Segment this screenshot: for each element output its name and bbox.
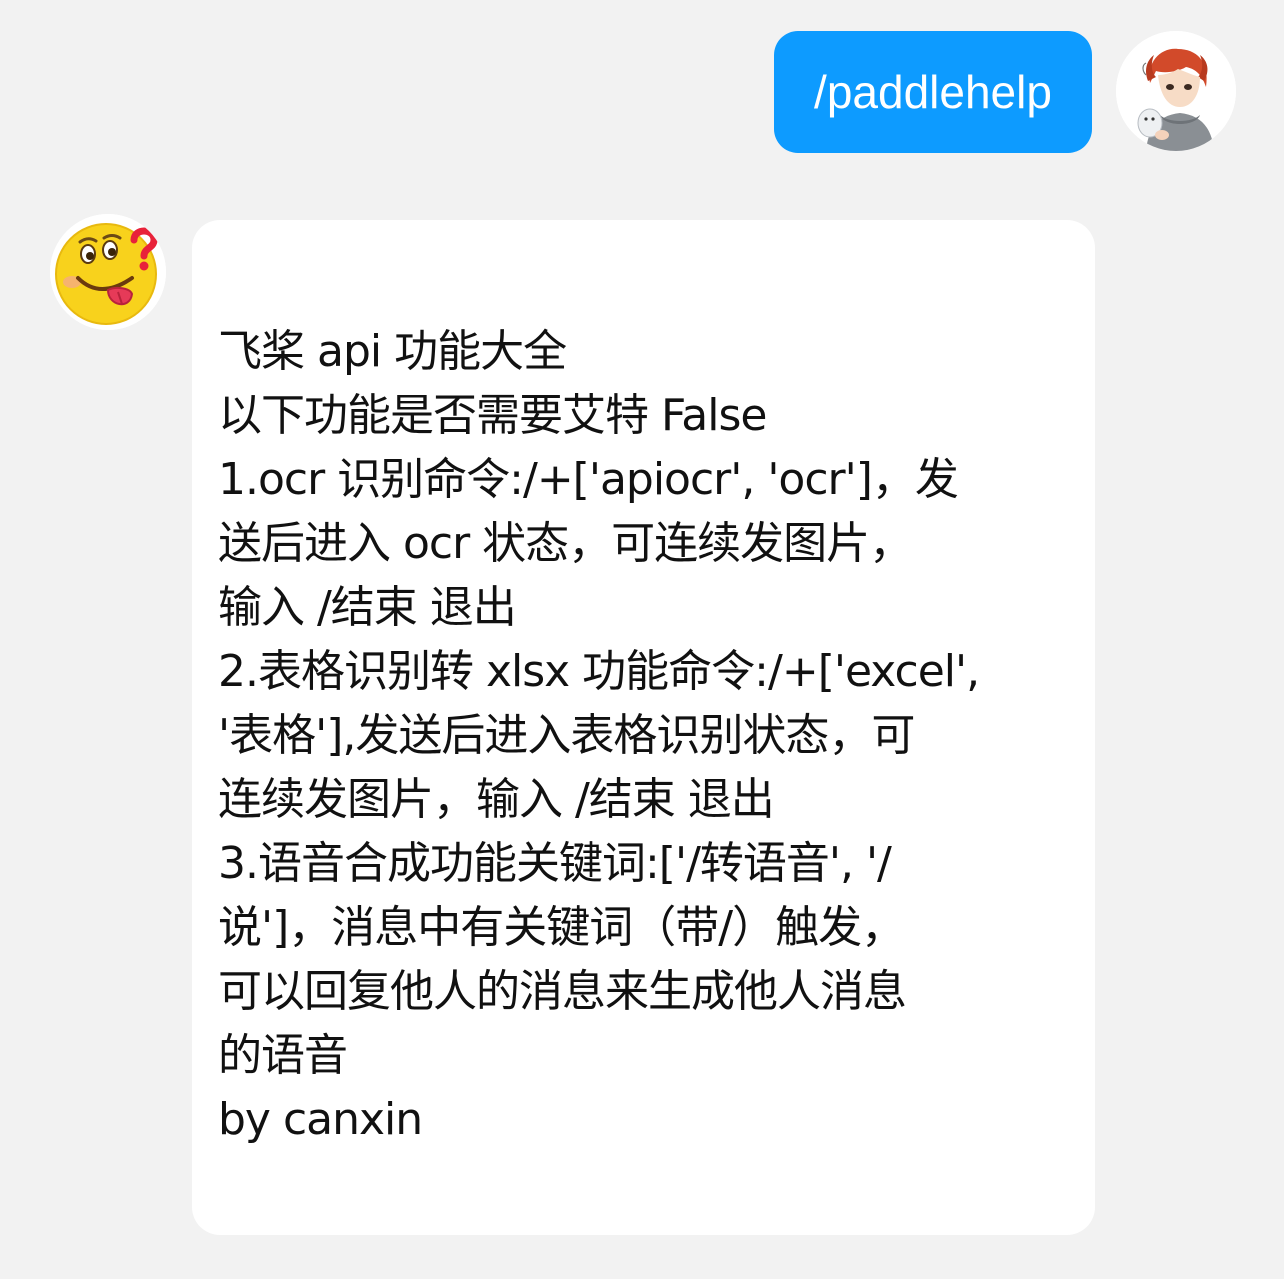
message-line: 可以回复他人的消息来生成他人消息 [218, 966, 907, 1017]
tongue-out-emoji-icon [50, 214, 166, 330]
anime-character-avatar-icon[interactable] [1116, 31, 1236, 151]
outgoing-message-text: /paddlehelp [814, 66, 1052, 118]
message-line: by canxin [218, 1094, 423, 1145]
chat-view: /paddlehelp 飞桨 api 功能大全 以下功能是否需要艾特 False… [0, 0, 1284, 1279]
message-line: 1.ocr 识别命令:/+['apiocr', 'ocr']，发 [218, 454, 959, 505]
message-line: 飞桨 api 功能大全 [218, 326, 567, 377]
message-line: '表格'],发送后进入表格识别状态，可 [218, 710, 915, 761]
incoming-message-bubble[interactable]: 飞桨 api 功能大全 以下功能是否需要艾特 False 1.ocr 识别命令:… [192, 220, 1095, 1235]
message-line: 的语音 [218, 1030, 348, 1081]
tongue-out-emoji-icon[interactable] [50, 214, 166, 330]
outgoing-message-bubble[interactable]: /paddlehelp [774, 31, 1092, 153]
message-line: 2.表格识别转 xlsx 功能命令:/+['excel', [218, 646, 980, 697]
message-line: 输入 /结束 退出 [218, 582, 517, 633]
message-line: 送后进入 ocr 状态，可连续发图片， [218, 518, 913, 569]
message-line: 连续发图片，输入 /结束 退出 [218, 774, 775, 825]
message-line: 以下功能是否需要艾特 False [218, 390, 767, 441]
message-line: 说']，消息中有关键词（带/）触发， [218, 902, 905, 953]
anime-character-avatar-icon [1116, 31, 1236, 151]
message-line: 3.语音合成功能关键词:['/转语音', '/ [218, 838, 892, 889]
